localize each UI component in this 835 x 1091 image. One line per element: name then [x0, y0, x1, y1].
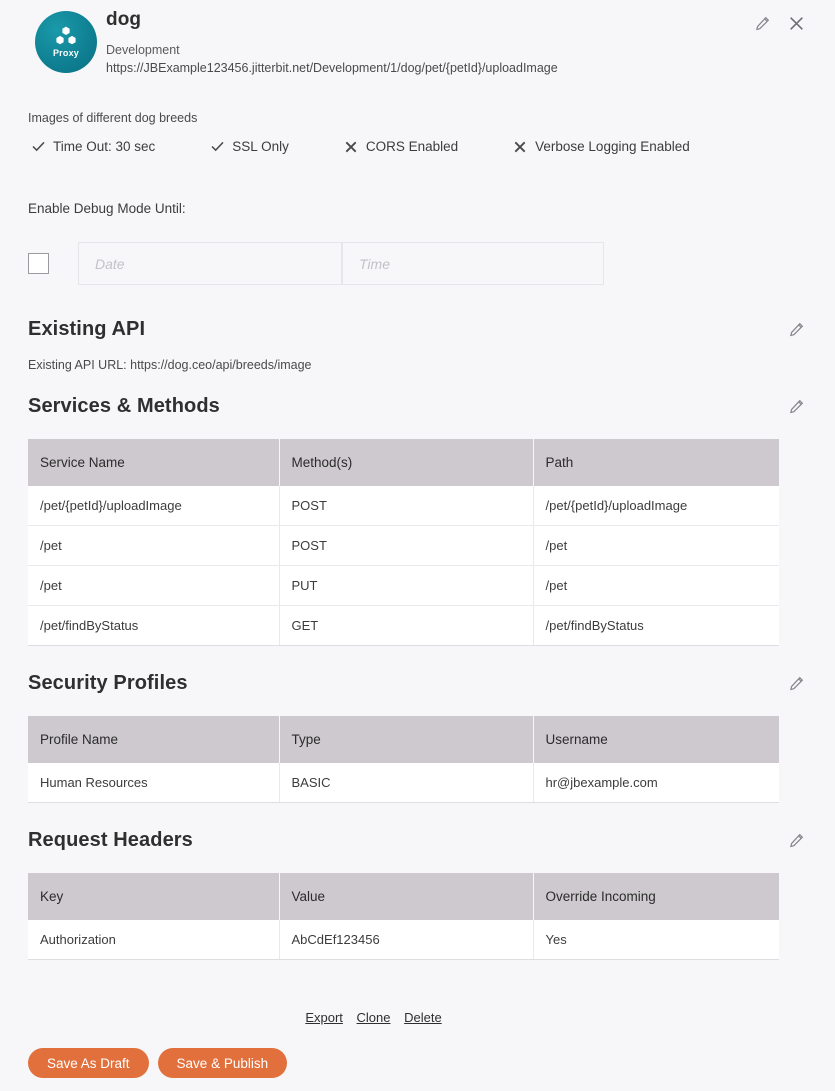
table-row[interactable]: /pet/findByStatus GET /pet/findByStatus: [28, 605, 779, 646]
delete-link[interactable]: Delete: [404, 1010, 442, 1025]
column-service-name: Service Name: [28, 439, 280, 486]
pencil-icon[interactable]: [785, 396, 807, 418]
cubes-icon: [54, 26, 78, 48]
save-and-publish-button[interactable]: Save & Publish: [157, 1048, 288, 1078]
footer-links: Export Clone Delete: [0, 1010, 835, 1025]
services-table: Service Name Method(s) Path /pet/{petId}…: [28, 439, 779, 646]
existing-api-url: Existing API URL: https://dog.ceo/api/br…: [28, 358, 312, 372]
services-table-wrap: Service Name Method(s) Path /pet/{petId}…: [0, 439, 835, 646]
debug-time-input[interactable]: Time: [342, 242, 604, 285]
cell-key: Authorization: [28, 920, 280, 960]
request-headers-table: Key Value Override Incoming Authorizatio…: [28, 873, 779, 960]
header-actions: [751, 12, 807, 34]
save-as-draft-button[interactable]: Save As Draft: [28, 1048, 149, 1078]
pencil-icon[interactable]: [751, 12, 773, 34]
security-profiles-table-wrap: Profile Name Type Username Human Resourc…: [0, 716, 835, 803]
cell-method: POST: [279, 486, 534, 526]
cell-service-name: /pet: [28, 565, 280, 606]
close-icon[interactable]: [785, 12, 807, 34]
check-icon: [207, 141, 227, 152]
avatar-label: Proxy: [52, 48, 79, 58]
column-override-incoming: Override Incoming: [533, 873, 779, 920]
environment-label: Development: [106, 43, 180, 57]
flag-verbose-logging: Verbose Logging Enabled: [510, 139, 690, 154]
security-profiles-table: Profile Name Type Username Human Resourc…: [28, 716, 779, 803]
cell-method: PUT: [279, 565, 534, 606]
table-row[interactable]: /pet POST /pet: [28, 525, 779, 566]
column-path: Path: [533, 439, 779, 486]
content-sections: Existing API Existing API URL: https://d…: [0, 300, 835, 960]
api-flags: Time Out: 30 sec SSL Only CORS Enabled V…: [28, 139, 690, 154]
cell-service-name: /pet/findByStatus: [28, 605, 280, 646]
table-row[interactable]: Human Resources BASIC hr@jbexample.com: [28, 763, 779, 803]
avatar: Proxy: [28, 4, 104, 80]
clone-link[interactable]: Clone: [357, 1010, 391, 1025]
api-description: Images of different dog breeds: [28, 111, 198, 125]
column-methods: Method(s): [279, 439, 534, 486]
column-key: Key: [28, 873, 280, 920]
pencil-icon[interactable]: [785, 830, 807, 852]
cell-override-incoming: Yes: [533, 920, 779, 960]
flag-cors-enabled-label: CORS Enabled: [365, 139, 459, 154]
table-row[interactable]: Authorization AbCdEf123456 Yes: [28, 920, 779, 960]
flag-verbose-logging-label: Verbose Logging Enabled: [535, 139, 690, 154]
section-security-profiles-header: Security Profiles: [0, 672, 835, 695]
table-row[interactable]: /pet PUT /pet: [28, 565, 779, 606]
section-title-services: Services & Methods: [28, 395, 220, 417]
cell-method: GET: [279, 605, 534, 646]
section-title-existing-api: Existing API: [28, 318, 146, 340]
table-header-row: Profile Name Type Username: [28, 716, 779, 763]
avatar-circle: Proxy: [35, 11, 97, 73]
section-request-headers-header: Request Headers: [0, 829, 835, 852]
pencil-icon[interactable]: [785, 673, 807, 695]
column-type: Type: [279, 716, 534, 763]
column-value: Value: [279, 873, 534, 920]
section-existing-api-header: Existing API: [0, 318, 835, 341]
table-header-row: Service Name Method(s) Path: [28, 439, 779, 486]
cell-path: /pet/{petId}/uploadImage: [533, 486, 779, 526]
cell-path: /pet: [533, 525, 779, 566]
column-username: Username: [533, 716, 779, 763]
export-link[interactable]: Export: [305, 1010, 343, 1025]
cell-value: AbCdEf123456: [279, 920, 534, 960]
section-title-request-headers: Request Headers: [28, 829, 193, 851]
flag-ssl-only: SSL Only: [207, 139, 289, 154]
footer-buttons: Save As Draft Save & Publish: [28, 1048, 288, 1078]
flag-timeout-label: Time Out: 30 sec: [53, 139, 156, 154]
api-url: https://JBExample123456.jitterbit.net/De…: [106, 61, 558, 75]
cell-path: /pet: [533, 565, 779, 606]
section-services-header: Services & Methods: [0, 395, 835, 418]
cross-icon: [341, 141, 361, 153]
cell-method: POST: [279, 525, 534, 566]
cell-profile-name: Human Resources: [28, 763, 280, 803]
flag-ssl-only-label: SSL Only: [232, 139, 289, 154]
debug-mode-row: Date Time: [28, 242, 604, 285]
table-header-row: Key Value Override Incoming: [28, 873, 779, 920]
flag-cors-enabled: CORS Enabled: [341, 139, 458, 154]
cell-type: BASIC: [279, 763, 534, 803]
column-profile-name: Profile Name: [28, 716, 280, 763]
cell-service-name: /pet: [28, 525, 280, 566]
debug-mode-checkbox[interactable]: [28, 253, 49, 274]
pencil-icon[interactable]: [785, 319, 807, 341]
table-row[interactable]: /pet/{petId}/uploadImage POST /pet/{petI…: [28, 486, 779, 526]
page-title: dog: [106, 9, 142, 30]
cell-service-name: /pet/{petId}/uploadImage: [28, 486, 280, 526]
section-title-security-profiles: Security Profiles: [28, 672, 188, 694]
debug-date-input[interactable]: Date: [78, 242, 342, 285]
flag-timeout: Time Out: 30 sec: [28, 139, 155, 154]
cross-icon: [510, 141, 530, 153]
cell-path: /pet/findByStatus: [533, 605, 779, 646]
debug-mode-label: Enable Debug Mode Until:: [28, 201, 186, 216]
request-headers-table-wrap: Key Value Override Incoming Authorizatio…: [0, 873, 835, 960]
page-header: Proxy dog Development https://JBExample1…: [0, 0, 835, 92]
check-icon: [28, 141, 48, 152]
api-detail-page: Proxy dog Development https://JBExample1…: [0, 0, 835, 1091]
cell-username: hr@jbexample.com: [533, 763, 779, 803]
